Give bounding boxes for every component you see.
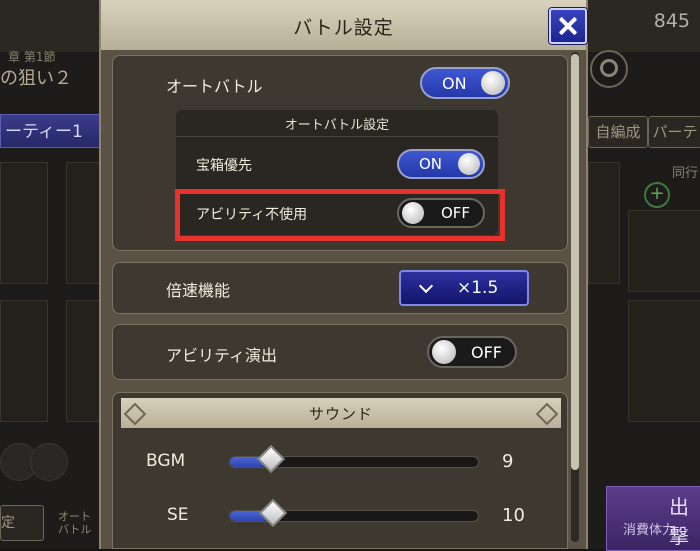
- speed-value: ×1.5: [457, 278, 499, 298]
- stamina-label: 消費体力: [623, 523, 676, 538]
- se-label: SE: [167, 505, 189, 525]
- bgm-slider-knob[interactable]: [256, 444, 286, 474]
- modal-title: バトル設定: [293, 17, 394, 39]
- divider: [176, 136, 498, 137]
- close-icon[interactable]: [549, 8, 587, 44]
- sound-title: サウンド: [308, 405, 373, 423]
- speed-label: 倍速機能: [166, 281, 231, 300]
- search-icon[interactable]: [590, 50, 628, 88]
- toggle-knob: [458, 153, 480, 175]
- se-slider-knob[interactable]: [258, 498, 288, 528]
- unit-card[interactable]: [628, 210, 700, 292]
- battle-settings-modal: バトル設定 オートバトル ON オートバトル設定 宝箱優先 ON アビリティ不使…: [99, 0, 588, 549]
- sound-panel: サウンド BGM 9 SE 10: [112, 392, 568, 549]
- auto-battle-settings-title: オートバトル設定: [284, 118, 390, 133]
- highlight-box: [175, 189, 505, 241]
- toggle-state: OFF: [471, 343, 502, 362]
- unit-card[interactable]: [0, 300, 48, 422]
- auto-battle-toggle[interactable]: ON: [420, 67, 510, 99]
- ability-effect-toggle[interactable]: OFF: [427, 336, 517, 368]
- treasure-priority-toggle[interactable]: ON: [397, 149, 485, 179]
- toggle-knob: [481, 71, 505, 95]
- party-button[interactable]: パーテ: [648, 116, 700, 148]
- bgm-slider[interactable]: [229, 444, 479, 474]
- auto-edit-button[interactable]: 自編成: [588, 116, 648, 148]
- companion-label: 同行: [672, 166, 699, 181]
- unit-card[interactable]: [0, 162, 48, 284]
- sortie-button[interactable]: 出撃 消費体力: [606, 486, 700, 551]
- auto-battle-label: オートバトル: [166, 77, 263, 96]
- ability-effect-label: アビリティ演出: [166, 346, 278, 365]
- speed-dropdown[interactable]: ×1.5: [399, 270, 529, 306]
- ability-slot: [30, 443, 68, 481]
- se-slider[interactable]: [229, 498, 479, 528]
- currency-count: 845: [653, 10, 690, 32]
- treasure-priority-label: 宝箱優先: [196, 158, 252, 174]
- toggle-state: ON: [419, 155, 443, 173]
- stage-title: の狙い２: [0, 68, 72, 89]
- add-icon[interactable]: +: [644, 182, 670, 208]
- unit-card[interactable]: [66, 300, 102, 422]
- bgm-label: BGM: [146, 451, 186, 471]
- party-tab[interactable]: ーティー1: [0, 114, 110, 148]
- settings-button[interactable]: 定: [0, 505, 44, 541]
- chevron-down-icon: [418, 278, 434, 294]
- scrollbar-thumb[interactable]: [571, 54, 579, 470]
- auto-battle-mini-label: オート バトル: [58, 510, 92, 536]
- modal-header: バトル設定: [101, 0, 587, 50]
- se-value: 10: [502, 505, 525, 526]
- sound-header: サウンド: [121, 398, 561, 428]
- chapter-label: 章 第1節: [8, 50, 56, 64]
- bgm-value: 9: [502, 451, 514, 472]
- unit-card[interactable]: [628, 300, 700, 422]
- toggle-state: ON: [442, 74, 467, 93]
- toggle-knob: [432, 340, 456, 364]
- scrollbar[interactable]: [571, 52, 579, 542]
- unit-card[interactable]: [66, 162, 102, 284]
- ability-effect-panel: アビリティ演出 OFF: [112, 324, 568, 380]
- unit-card[interactable]: [588, 162, 620, 284]
